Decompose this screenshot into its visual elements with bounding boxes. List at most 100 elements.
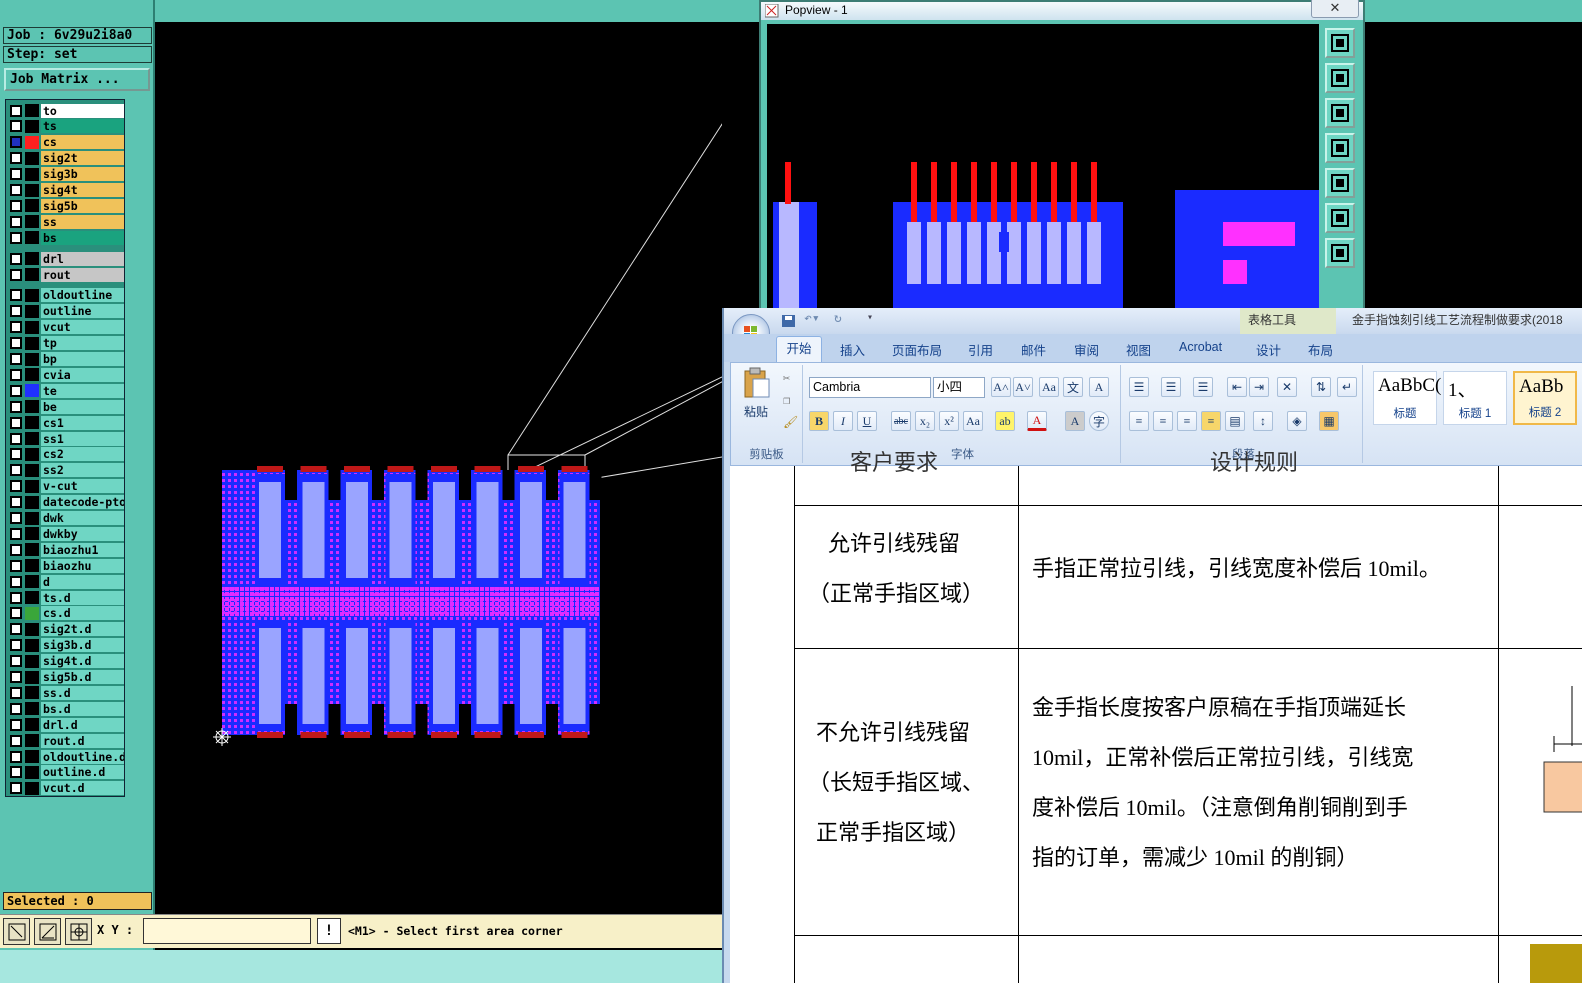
layer-name[interactable]: outline.d [41,765,124,780]
layer-checkbox[interactable] [10,416,22,429]
layer-checkbox[interactable] [10,289,22,302]
layer-row[interactable]: outline [8,304,124,319]
layer-checkbox[interactable] [10,639,22,652]
superscript-icon[interactable]: x² [939,411,959,431]
zoom-area-button[interactable] [3,918,30,945]
format-painter-icon[interactable]: 🖌 [783,415,798,429]
undo-icon[interactable]: ↶▾ [804,311,820,326]
layer-checkbox[interactable] [10,305,22,318]
layer-checkbox[interactable] [10,512,22,524]
layer-row[interactable]: cs.d [8,606,124,621]
layer-name[interactable]: rout [41,267,124,282]
tab-acrobat[interactable]: Acrobat [1179,340,1222,354]
layer-checkbox[interactable] [10,623,22,636]
save-icon[interactable] [782,315,796,328]
layer-row[interactable]: sig5b.d [8,670,124,685]
layer-row[interactable]: v-cut [8,479,124,494]
layer-name[interactable]: datecode-pto [41,495,124,510]
layer-name[interactable]: sig4t [41,183,124,197]
tab-layout[interactable]: 布局 [1308,340,1333,359]
layer-name[interactable]: sig2t [41,151,124,166]
popview-canvas[interactable] [767,24,1319,316]
layer-row[interactable]: cs2 [8,447,124,462]
layer-checkbox[interactable] [10,104,22,117]
layer-row[interactable]: te [8,383,124,398]
tab-page-layout[interactable]: 页面布局 [892,340,942,359]
layer-name[interactable]: cs.d [41,606,124,621]
zoom-in-button[interactable] [1325,63,1355,93]
decrease-indent-icon[interactable]: ⇤ [1227,377,1247,397]
distributed-icon[interactable]: ▤ [1225,411,1245,431]
align-center-icon[interactable]: ≡ [1153,411,1173,431]
xy-input[interactable] [143,918,311,944]
layer-row[interactable]: sig2t [8,151,124,166]
layer-row[interactable]: rout.d [8,733,124,748]
layer-name[interactable]: sig3b.d [41,638,124,653]
layer-row[interactable]: to [8,103,124,118]
layer-row[interactable]: cs1 [8,415,124,430]
layer-name[interactable]: ss.d [41,685,124,700]
layer-name[interactable]: drl [41,251,124,266]
style-heading2[interactable]: AaBb 标题 2 [1513,371,1577,425]
layer-checkbox[interactable] [10,448,22,461]
layer-name[interactable]: sig2t.d [41,622,124,637]
layer-row[interactable]: d [8,574,124,589]
layer-row[interactable]: datecode-pto [8,495,124,510]
borders-icon[interactable]: ▦ [1319,411,1339,431]
line-spacing-icon[interactable]: ↕ [1253,411,1273,431]
layer-checkbox[interactable] [10,607,22,620]
layer-checkbox[interactable] [10,543,22,556]
layer-checkbox[interactable] [10,384,22,397]
layer-checkbox[interactable] [10,702,22,715]
shading-icon[interactable]: ◈ [1287,411,1307,431]
layer-checkbox[interactable] [10,591,22,604]
style-heading1[interactable]: 1、 标题 1 [1443,371,1507,425]
layer-name[interactable]: vcut.d [41,781,124,796]
job-matrix-button[interactable]: Job Matrix ... [4,68,150,91]
snap-grid-button[interactable] [65,918,92,945]
tab-references[interactable]: 引用 [968,340,993,359]
zoom-center-button[interactable] [1325,238,1355,268]
strikethrough-icon[interactable]: abc [891,411,911,431]
layer-checkbox[interactable] [10,480,22,493]
layer-checkbox[interactable] [10,353,22,365]
layer-row[interactable]: cvia [8,367,124,382]
layer-row[interactable]: sig3b.d [8,638,124,653]
layer-name[interactable]: sig5b.d [41,670,124,684]
underline-icon[interactable]: U [857,411,877,431]
layer-checkbox[interactable] [10,496,22,509]
highlight-icon[interactable]: ab [995,411,1015,431]
layer-checkbox[interactable] [10,215,22,228]
document-page[interactable]: 客户要求 设计规则 允许引线残留 （正常手指区域） 手指正常拉引线，引线宽度补偿… [730,450,1582,983]
customize-qat-icon[interactable]: ▾ [867,312,873,323]
char-shading-icon[interactable]: A [1065,411,1085,431]
layer-checkbox[interactable] [10,432,22,445]
layer-name[interactable]: ts [41,119,124,134]
layer-row[interactable]: biaozhu1 [8,542,124,557]
measure-button[interactable] [34,918,61,945]
layer-checkbox[interactable] [10,199,22,212]
italic-icon[interactable]: I [833,411,853,431]
tab-mailings[interactable]: 邮件 [1021,340,1046,359]
tab-design[interactable]: 设计 [1256,340,1281,359]
layer-name[interactable]: cs1 [41,415,124,430]
layer-checkbox[interactable] [10,782,22,795]
layer-row[interactable]: rout [8,267,124,282]
layer-row[interactable]: sig3b [8,167,124,182]
layer-name[interactable]: tp [41,336,124,351]
layer-checkbox[interactable] [10,337,22,350]
layer-row[interactable]: ts.d [8,590,124,605]
bold-icon[interactable]: B [809,411,829,431]
layer-row[interactable]: cs [8,135,124,150]
layer-name[interactable]: cs2 [41,447,124,462]
layer-row[interactable]: ss2 [8,463,124,478]
clear-format-icon[interactable]: Aa [1039,377,1059,397]
layer-name[interactable]: cs [41,135,124,150]
char-border-icon[interactable]: A [1089,377,1109,397]
layer-row[interactable]: vcut [8,320,124,335]
cut-icon[interactable]: ✂ [783,371,790,385]
layer-name[interactable]: ss1 [41,431,124,446]
zoom-home-button[interactable] [1325,203,1355,233]
layer-row[interactable]: outline.d [8,765,124,780]
phonetic-icon[interactable]: 文 [1063,377,1083,397]
